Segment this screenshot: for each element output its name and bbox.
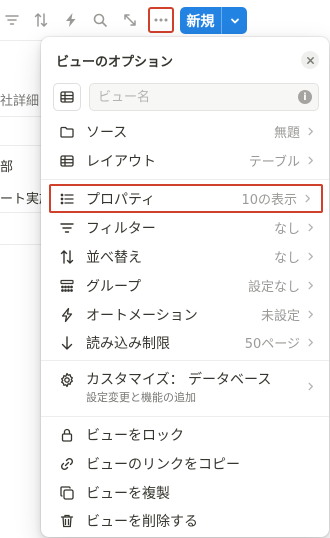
sort-icon[interactable] (29, 8, 53, 32)
menu-item-value: なし (273, 222, 300, 237)
chevron-right-icon (304, 126, 316, 138)
table-divider (0, 40, 44, 41)
menu-item-copy-link[interactable]: ビューのリンクをコピー (46, 449, 324, 478)
menu-item-value: なし (273, 251, 300, 266)
table-divider (0, 116, 44, 117)
menu-item-label: ビューのリンクをコピー (86, 456, 240, 473)
table-icon[interactable] (53, 83, 81, 111)
gear-icon (57, 370, 77, 390)
chevron-right-icon (304, 337, 316, 349)
menu-divider (41, 179, 329, 180)
chevron-right-icon (304, 222, 316, 234)
lock-icon (57, 425, 77, 445)
view-name-input[interactable] (89, 83, 319, 111)
menu-item-label: ソース (86, 124, 128, 141)
table-icon (57, 151, 77, 171)
trash-icon (57, 511, 77, 531)
menu-item-customize[interactable]: カスタマイズ： データベース 設定変更と機能の追加 (46, 362, 324, 406)
menu-item-properties[interactable]: プロパティ 10の表示 (49, 184, 323, 213)
list-icon (57, 189, 77, 209)
menu-item-value: 10の表示 (241, 193, 297, 208)
menu-item-value: 無題 (273, 126, 300, 141)
chevron-right-icon (301, 193, 313, 205)
folder-icon (57, 122, 77, 142)
chevron-down-icon[interactable] (222, 7, 247, 34)
menu-item-sort[interactable]: 並べ替え なし (46, 242, 324, 271)
customize-title: カスタマイズ： データベース (86, 372, 272, 388)
info-icon[interactable]: i (298, 90, 312, 104)
view-options-popup: ビューのオプション i ソース 無題 レイアウト テーブル (41, 37, 329, 537)
menu-divider (41, 416, 329, 417)
new-button-label[interactable]: 新規 (180, 7, 222, 34)
menu-item-filter[interactable]: フィルター なし (46, 213, 324, 242)
menu-item-label: プロパティ (86, 191, 156, 208)
filter-icon (57, 218, 77, 238)
menu-item-value: 設定なし (247, 280, 300, 295)
load-limit-icon (57, 333, 77, 353)
group-icon (57, 276, 77, 296)
menu-item-duplicate-view[interactable]: ビューを複製 (46, 478, 324, 507)
chevron-right-icon (304, 280, 316, 292)
table-divider (0, 145, 44, 146)
menu-item-group[interactable]: グループ 設定なし (46, 271, 324, 300)
sort-icon (57, 247, 77, 267)
menu-item-label: フィルター (86, 220, 156, 237)
menu-item-label: オートメーション (86, 307, 198, 324)
menu-item-label: ビューを複製 (86, 485, 170, 502)
menu-item-value: 未設定 (260, 309, 300, 324)
table-cell: 部 (0, 160, 14, 175)
menu-item-label: 並べ替え (86, 249, 142, 266)
menu-item-lock-view[interactable]: ビューをロック (46, 420, 324, 449)
chevron-right-icon (304, 309, 316, 321)
menu-item-value: 50ページ (244, 337, 300, 352)
filter-icon[interactable] (0, 8, 24, 32)
more-icon[interactable] (148, 7, 174, 33)
view-toolbar: 新規 (0, 0, 330, 40)
chevron-right-icon (304, 380, 316, 392)
menu-item-label: ビューをロック (86, 427, 184, 444)
customize-subtitle: 設定変更と機能の追加 (86, 391, 196, 404)
automation-icon[interactable] (59, 8, 83, 32)
menu-item-label: レイアウト (86, 153, 156, 170)
expand-icon[interactable] (118, 8, 142, 32)
link-icon (57, 454, 77, 474)
new-button[interactable]: 新規 (180, 7, 247, 34)
table-header-cell: 社詳細 (0, 94, 40, 109)
automation-icon (57, 305, 77, 325)
menu-item-label: ビューを削除する (86, 513, 198, 530)
menu-item-value: テーブル (248, 155, 300, 170)
menu-item-automation[interactable]: オートメーション 未設定 (46, 300, 324, 329)
close-icon[interactable] (301, 51, 319, 69)
view-name-row: i (53, 83, 319, 111)
search-icon[interactable] (88, 8, 112, 32)
menu-item-layout[interactable]: レイアウト テーブル (46, 146, 324, 175)
menu-item-load-limit[interactable]: 読み込み制限 50ページ (46, 328, 324, 357)
menu-item-delete-view[interactable]: ビューを削除する (46, 506, 324, 535)
table-divider (0, 212, 44, 213)
menu-divider (41, 360, 329, 361)
duplicate-icon (57, 483, 77, 503)
menu-item-label: グループ (86, 278, 142, 295)
chevron-right-icon (304, 155, 316, 167)
popup-title: ビューのオプション (56, 55, 174, 70)
chevron-right-icon (304, 251, 316, 263)
table-divider (0, 244, 44, 245)
menu-item-source[interactable]: ソース 無題 (46, 117, 324, 146)
table-cell: ート実施 (0, 192, 44, 207)
menu-item-label: 読み込み制限 (86, 335, 170, 352)
